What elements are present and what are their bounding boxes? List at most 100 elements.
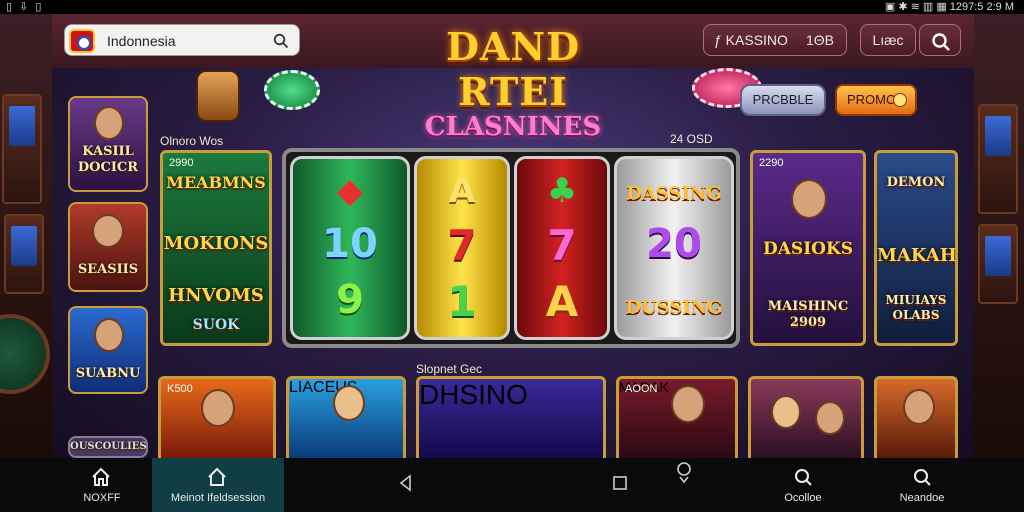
section-label-right: 24 OSD [670, 132, 713, 146]
reel: ♣ 7 A [514, 156, 610, 340]
search-input[interactable]: Indonnesia [64, 24, 300, 56]
reel-symbol: 7 [547, 221, 577, 270]
promo-label: PROMO [847, 92, 897, 107]
back-triangle-icon [399, 474, 411, 492]
reel-symbol: 9 [336, 277, 364, 323]
logo-line-1: DAND RTEI [445, 24, 581, 114]
nav-collections[interactable]: Ocolloe [768, 458, 838, 512]
game-thumb[interactable]: OUSCOULIES [68, 436, 148, 458]
nav-overview-button[interactable] [602, 458, 638, 512]
bottom-nav: NOXFF Meinot Ifeldsession Ocolloe Neando… [52, 458, 974, 512]
status-clock: ▣ ✱ ≋ ▥ ▦ 1297:5 2:9 M [884, 1, 1014, 13]
game-thumb-title: SUABNU [75, 366, 141, 381]
game-card[interactable]: DHSINO [416, 376, 606, 458]
game-card[interactable]: 2290 DASIOKS MAISHINC 2909 [750, 150, 866, 346]
background-right [972, 14, 1024, 458]
slot-machine-image [978, 224, 1018, 304]
reel-symbol: A [545, 277, 579, 326]
reel-symbol: 7 [447, 221, 477, 270]
card-tag: 2990 [169, 157, 194, 169]
coin-icon [893, 93, 907, 107]
game-card[interactable] [748, 376, 864, 458]
character-image [791, 179, 827, 219]
login-button[interactable]: Lıæc [860, 24, 916, 56]
slot-machine-image [4, 214, 44, 294]
card-tag: 2290 [759, 157, 784, 169]
character-image [94, 106, 124, 140]
reel-symbol: ◆ [336, 171, 364, 211]
game-thumb-title: KASIIL DOCICR [77, 144, 139, 175]
search-icon [795, 469, 812, 486]
status-bar: ▯ ⇩ ▯ ▣ ✱ ≋ ▥ ▦ 1297:5 2:9 M [0, 0, 1024, 14]
promo-button[interactable]: PROMO [835, 84, 917, 116]
nav-active-label: Meinot Ifeldsession [170, 492, 266, 504]
kasino-balance-button[interactable]: ƒ KASSINO 1ΘB [703, 24, 847, 56]
roulette-table-image [0, 314, 50, 394]
search-icon [914, 469, 931, 486]
reel-symbol: 10 [322, 221, 378, 267]
brand-logo: DAND RTEI CLASNINES [392, 24, 634, 142]
character-image [92, 214, 124, 248]
reel-symbol: ♣ [546, 171, 578, 211]
game-thumb[interactable]: SUABNU [68, 306, 148, 394]
game-thumb-title: OUSCOULIES [70, 441, 147, 452]
character-image [903, 389, 935, 425]
jester-mascot-image [196, 70, 240, 122]
nav-location-button[interactable] [664, 458, 704, 512]
slot-machine-image [2, 94, 42, 204]
character-image [671, 385, 705, 423]
flag-icon [69, 29, 95, 53]
section-label-bottom: Slopnet Gec [416, 362, 483, 376]
home-icon [92, 467, 110, 486]
card-title: MAKAHI [877, 245, 958, 266]
card-title: MOKIONS [163, 233, 269, 254]
nav-background [974, 458, 1024, 512]
game-card[interactable]: LIACEUS [286, 376, 406, 458]
game-thumb[interactable]: KASIIL DOCICR [68, 96, 148, 192]
kasino-count: 1ΘB [805, 32, 834, 48]
prebble-button[interactable]: PRCBBLE [740, 84, 826, 116]
card-title: MIUIAYS OLABS [885, 293, 947, 322]
status-icons-left: ▯ ⇩ ▯ [6, 1, 44, 13]
game-card[interactable]: 2990 MEABMNS MOKIONS HNVOMS SUOK [160, 150, 272, 346]
nav-background [0, 458, 52, 512]
game-thumb[interactable]: SEASIIS [68, 202, 148, 292]
nav-heandoe[interactable]: Neandoe [884, 458, 960, 512]
game-card[interactable]: AOON MADAK [616, 376, 738, 458]
card-title: MEABMNS [166, 173, 266, 192]
reel-symbol: DASSING [626, 183, 722, 204]
card-title: DASIOKS [762, 239, 854, 259]
reel: DASSING 20 DUSSING [614, 156, 734, 340]
reel: ◆ 10 9 [290, 156, 410, 340]
reel: A 7 1 [414, 156, 510, 340]
pin-icon [677, 462, 691, 484]
casino-app: Indonnesia DAND RTEI CLASNINES ƒ KASSINO… [52, 14, 974, 458]
header-search-button[interactable] [919, 24, 961, 56]
card-title: MAISHINC 2909 [767, 299, 849, 330]
square-icon [613, 476, 627, 490]
game-card[interactable]: DEMON MAKAHI MIUIAYS OLABS [874, 150, 958, 346]
card-title: DHSINO [419, 379, 528, 410]
home-icon [208, 467, 226, 486]
search-icon[interactable] [273, 33, 289, 49]
logo-line-2: CLASNINES [424, 112, 602, 142]
reel-symbol: DUSSING [625, 297, 723, 318]
card-tag: K500 [167, 383, 193, 395]
game-card[interactable]: K500 [158, 376, 276, 458]
slot-reels[interactable]: ◆ 10 9 A 7 1 ♣ 7 A DASSING 20 DUSSING [282, 148, 740, 348]
card-title: HNVOMS [168, 285, 264, 306]
search-icon [932, 33, 950, 51]
card-title: DEMON [886, 175, 946, 190]
character-image [333, 385, 365, 421]
nav-home[interactable]: NOXFF [52, 458, 152, 512]
game-thumb-title: SEASIIS [77, 262, 139, 277]
reel-symbol: A [448, 171, 476, 211]
nav-collections-label: Ocolloe [784, 492, 822, 504]
slot-machine-image [978, 104, 1018, 214]
kasino-label: ƒ KASSINO [714, 32, 788, 48]
game-card[interactable] [874, 376, 958, 458]
nav-active-tab[interactable]: Meinot Ifeldsession [152, 458, 284, 512]
nav-back-button[interactable] [388, 458, 424, 512]
search-value: Indonnesia [107, 33, 176, 49]
reel-symbol: 20 [646, 221, 702, 267]
